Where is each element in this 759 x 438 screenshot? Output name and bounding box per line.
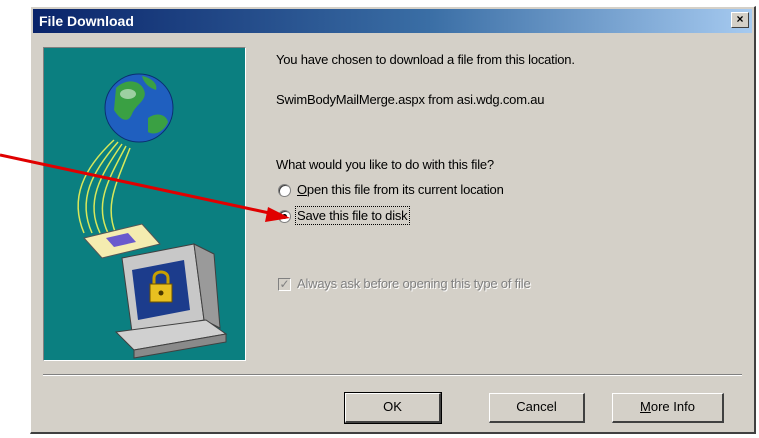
always-ask-label: Always ask before opening this type of f… <box>297 276 531 291</box>
file-source: SwimBodyMailMerge.aspx from asi.wdg.com.… <box>276 92 545 107</box>
download-illustration <box>43 47 246 361</box>
close-button[interactable]: × <box>731 12 749 28</box>
save-file-label[interactable]: Save this file to disk <box>295 206 410 225</box>
dialog-title: File Download <box>39 13 134 29</box>
button-separator <box>43 374 742 376</box>
more-info-button[interactable]: More Info <box>612 393 724 423</box>
open-file-radio[interactable] <box>278 184 291 197</box>
ok-button[interactable]: OK <box>344 392 442 424</box>
illustration-art <box>77 73 228 359</box>
save-file-radio[interactable] <box>278 210 291 223</box>
always-ask-checkbox[interactable]: ✓ <box>278 278 291 291</box>
globe-icon <box>104 73 174 143</box>
cancel-button[interactable]: Cancel <box>489 393 585 423</box>
download-message: You have chosen to download a file from … <box>276 52 575 67</box>
file-download-dialog: File Download × You have chosen to downl… <box>30 6 756 434</box>
open-file-label[interactable]: Open this file from its current location <box>297 182 504 197</box>
action-question: What would you like to do with this file… <box>276 157 494 172</box>
title-bar[interactable]: File Download × <box>33 9 752 33</box>
